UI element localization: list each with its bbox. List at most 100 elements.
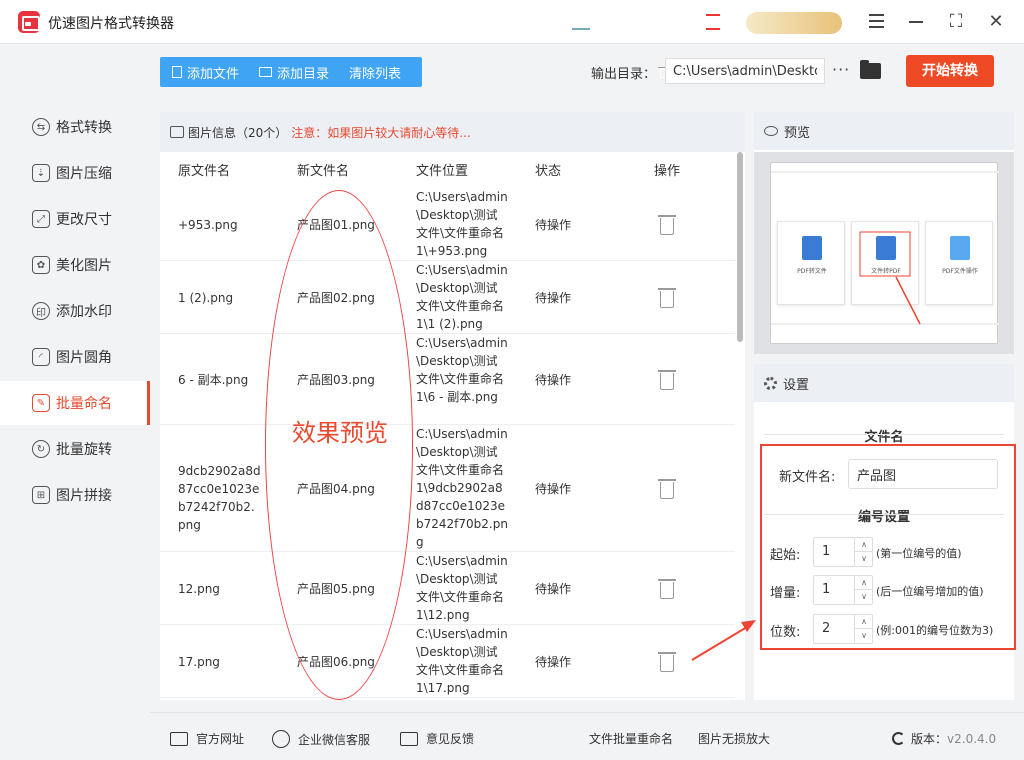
toolbar: 添加文件 添加目录 清除列表 — [160, 57, 676, 87]
sidebar-item[interactable]: ⤢ 更改尺寸 — [0, 197, 150, 241]
close-icon[interactable]: ✕ — [984, 10, 1008, 34]
delete-row-icon[interactable] — [658, 479, 676, 499]
cell-location: C:\Users\admin\Desktop\测试文件\文件重命名1\12.pn… — [416, 554, 508, 622]
add-dir-button[interactable]: 添加目录 — [247, 57, 337, 87]
titlebar-decoration-icon — [706, 14, 720, 30]
chevron-down-icon[interactable]: ∨ — [854, 552, 873, 566]
sidebar-item-icon: ⇆ — [32, 118, 50, 136]
feedback-label: 意见反馈 — [426, 732, 475, 746]
start-stepper[interactable]: 1 ∧ ∨ — [813, 537, 873, 567]
cell-original-name: 12.png — [178, 582, 220, 596]
delete-row-icon[interactable] — [658, 288, 676, 308]
effect-preview-annotation: 效果预览 — [292, 419, 388, 447]
sidebar-item[interactable]: ◜ 图片圆角 — [0, 335, 150, 379]
version-value: v2.0.4.0 — [947, 731, 997, 746]
digits-value: 2 — [822, 621, 831, 636]
more-options-button[interactable]: ··· — [832, 60, 850, 79]
lossless-enlarge-link[interactable]: 图片无损放大 — [698, 730, 770, 747]
sidebar-item[interactable]: 印添加水印 — [0, 289, 150, 333]
refresh-icon[interactable] — [892, 732, 905, 745]
delete-row-icon[interactable] — [658, 370, 676, 390]
file-list-scrollbar[interactable] — [737, 152, 743, 342]
cell-location: C:\Users\admin\Desktop\测试文件\文件重命名1\9dcb2… — [416, 427, 508, 549]
new-name-label: 新文件名: — [779, 470, 836, 485]
table-row[interactable]: 9dcb2902a8d87cc0e1023eb7242f70b2.png 产品图0… — [160, 425, 735, 552]
preview-panel: 预览 PDF转文件 文件转PDF PDF文件操作 — [754, 112, 1014, 354]
feedback-link[interactable]: 意见反馈 — [400, 730, 474, 747]
sidebar-item[interactable]: ⇣ 图片压缩 — [0, 151, 150, 195]
table-row[interactable]: 12.png 产品图05.png C:\Users\admin\Desktop\测试… — [160, 552, 735, 625]
sidebar-item-label: 图片拼接 — [56, 488, 112, 504]
cell-location: C:\Users\admin\Desktop\测试文件\文件重命名1\17.pn… — [416, 627, 508, 695]
sidebar-item-icon: ⇣ — [32, 164, 50, 182]
table-row[interactable]: +953.png 产品图01.png C:\Users\admin\Desktop\… — [160, 188, 735, 261]
chevron-down-icon[interactable]: ∨ — [854, 590, 873, 604]
sidebar-item-label: 添加水印 — [56, 304, 112, 320]
sidebar-item-icon: 印 — [32, 302, 50, 320]
settings-header: 设置 — [754, 364, 1014, 402]
preview-header: 预览 — [754, 112, 1014, 150]
preview-screenshot: PDF转文件 文件转PDF PDF文件操作 — [770, 162, 999, 344]
chevron-up-icon[interactable]: ∧ — [854, 615, 873, 629]
sidebar-item-icon: ⤢ — [32, 210, 50, 228]
new-name-input[interactable] — [848, 459, 998, 489]
sidebar-item-label: 格式转换 — [56, 120, 112, 136]
cell-status: 待操作 — [535, 582, 572, 596]
open-folder-icon[interactable] — [860, 60, 881, 79]
pdf-icon — [802, 236, 822, 260]
output-dir-input[interactable] — [665, 58, 825, 84]
version-info: 版本： v2.0.4.0 — [892, 730, 996, 747]
chevron-down-icon[interactable]: ∨ — [854, 629, 873, 643]
wechat-label: 企业微信客服 — [298, 732, 371, 747]
pdf-icon — [950, 236, 970, 260]
sidebar-item[interactable]: ↻ 批量旋转 — [0, 427, 150, 471]
start-hint: (第一位编号的值) — [876, 547, 962, 560]
folder-icon — [259, 67, 273, 77]
image-icon — [170, 126, 184, 138]
wechat-service-link[interactable]: 企业微信客服 — [272, 730, 370, 748]
delete-row-icon[interactable] — [658, 652, 676, 672]
cell-original-name: 9dcb2902a8d87cc0e1023eb7242f70b2.png — [178, 464, 261, 532]
step-stepper[interactable]: 1 ∧ ∨ — [813, 575, 873, 605]
minimize-icon[interactable] — [904, 10, 928, 34]
start-convert-button[interactable]: 开始转换 — [906, 55, 994, 87]
feedback-icon — [400, 731, 418, 746]
start-value: 1 — [822, 544, 831, 559]
column-status: 状态 — [535, 164, 562, 179]
digits-stepper[interactable]: 2 ∧ ∨ — [813, 614, 873, 644]
table-row[interactable]: 6 - 副本.png 产品图03.png C:\Users\admin\Deskto… — [160, 334, 735, 425]
delete-row-icon[interactable] — [658, 579, 676, 599]
warning-text: 注意：如果图片较大请耐心等待... — [291, 125, 471, 140]
cell-status: 待操作 — [535, 373, 572, 387]
sidebar-item[interactable]: ⊞ 图片拼接 — [0, 473, 150, 517]
clear-list-label: 清除列表 — [349, 66, 402, 82]
file-icon — [172, 66, 182, 78]
sidebar-item[interactable]: ⇆ 格式转换 — [0, 105, 150, 149]
add-file-button[interactable]: 添加文件 — [160, 57, 247, 87]
menu-icon[interactable] — [864, 10, 888, 34]
chevron-up-icon[interactable]: ∧ — [854, 576, 873, 590]
sidebar-item-label: 批量命名 — [56, 396, 112, 412]
delete-row-icon[interactable] — [658, 215, 676, 235]
vip-banner[interactable] — [746, 12, 842, 34]
column-original-name: 原文件名 — [178, 164, 231, 179]
cell-status: 待操作 — [535, 655, 572, 669]
cell-status: 待操作 — [535, 482, 572, 496]
sidebar-item-label: 更改尺寸 — [56, 212, 112, 228]
maximize-icon[interactable]: ⛶ — [944, 10, 968, 34]
column-action: 操作 — [654, 164, 681, 179]
sidebar-item[interactable]: ✎ 批量命名 — [0, 381, 150, 425]
clear-list-button[interactable]: 清除列表 — [337, 57, 676, 87]
official-website-link[interactable]: 官方网址 — [170, 730, 244, 747]
chevron-up-icon[interactable]: ∧ — [854, 538, 873, 552]
footer: 官方网址 企业微信客服 意见反馈 文件批量重命名 图片无损放大 版本： v2.0.… — [150, 712, 1024, 760]
app-title: 优速图片格式转换器 — [48, 16, 174, 32]
sidebar-item-label: 美化图片 — [56, 258, 112, 274]
table-row[interactable]: 17.png 产品图06.png C:\Users\admin\Desktop\测试… — [160, 625, 735, 698]
column-location: 文件位置 — [416, 164, 469, 179]
title-bar: 优速图片格式转换器 ⛶ ✕ — [0, 0, 1024, 44]
preview-icon — [764, 126, 778, 136]
sidebar-item[interactable]: ✿ 美化图片 — [0, 243, 150, 287]
table-row[interactable]: 1 (2).png 产品图02.png C:\Users\admin\Desktop… — [160, 261, 735, 334]
batch-rename-link[interactable]: 文件批量重命名 — [589, 730, 673, 747]
